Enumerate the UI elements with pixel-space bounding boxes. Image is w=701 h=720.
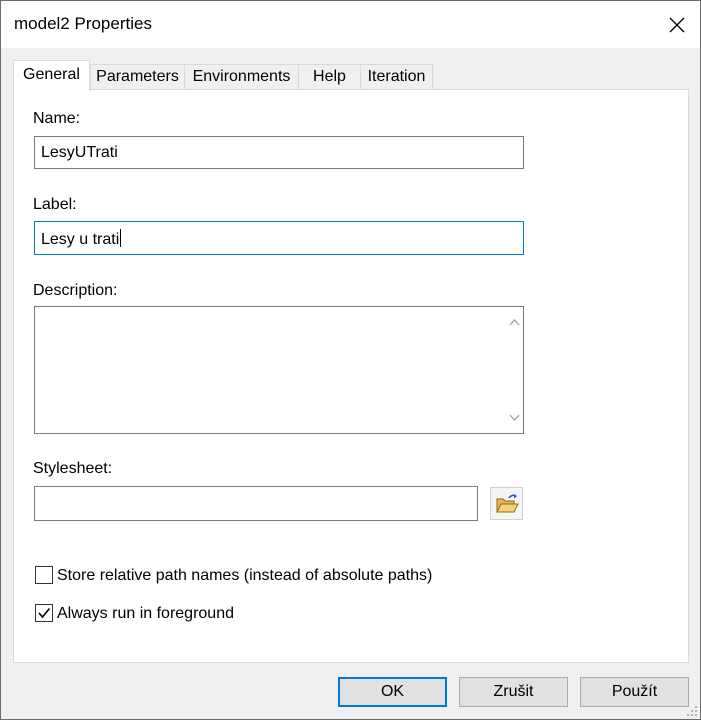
chevron-down-icon[interactable] [509, 412, 520, 423]
ok-button-label: OK [380, 683, 405, 700]
general-tab-panel: Name: LesyUTrati Label: Lesy u trati Des… [13, 89, 689, 663]
folder-open-icon [495, 493, 519, 512]
cancel-button[interactable]: Zrušit [459, 677, 568, 707]
close-icon [669, 17, 685, 32]
title-bar: model2 Properties [1, 1, 700, 48]
checkmark-icon [38, 607, 51, 619]
relative-paths-label[interactable]: Store relative path names (instead of ab… [57, 567, 432, 585]
foreground-label[interactable]: Always run in foreground [57, 605, 234, 623]
ok-button[interactable]: OK [338, 677, 447, 707]
label-input-value: Lesy u trati [41, 231, 120, 248]
relative-paths-checkbox[interactable] [35, 566, 53, 584]
tab-iteration[interactable]: Iteration [360, 64, 433, 90]
apply-button-label: Použít [611, 683, 658, 700]
tab-environments[interactable]: Environments [184, 64, 299, 90]
tab-help[interactable]: Help [298, 64, 361, 90]
tab-iteration-label: Iteration [367, 68, 426, 85]
name-label: Name: [33, 110, 81, 127]
tab-parameters[interactable]: Parameters [90, 64, 185, 90]
foreground-checkbox[interactable] [35, 604, 53, 622]
stylesheet-label: Stylesheet: [33, 460, 113, 477]
tab-help-label: Help [313, 68, 346, 85]
tab-general[interactable]: General [13, 60, 90, 91]
cancel-button-label: Zrušit [493, 683, 534, 700]
text-caret [120, 229, 122, 247]
chevron-up-icon[interactable] [509, 317, 520, 328]
tab-general-label: General [23, 66, 80, 83]
window-title: model2 Properties [14, 14, 152, 33]
stylesheet-input[interactable] [34, 486, 478, 521]
label-input[interactable]: Lesy u trati [34, 221, 524, 255]
apply-button[interactable]: Použít [580, 677, 689, 707]
description-label: Description: [33, 282, 118, 299]
properties-dialog: model2 Properties General Parameters Env… [0, 0, 701, 720]
tab-environments-label: Environments [192, 68, 291, 85]
description-scrollbar[interactable] [506, 307, 523, 433]
browse-stylesheet-button[interactable] [490, 487, 523, 520]
description-textarea[interactable] [34, 306, 524, 434]
label-label: Label: [33, 196, 77, 213]
close-button[interactable] [654, 1, 700, 48]
name-input[interactable]: LesyUTrati [34, 136, 524, 169]
resize-grip-icon[interactable] [686, 705, 698, 717]
name-input-value: LesyUTrati [41, 144, 118, 161]
tab-parameters-label: Parameters [96, 68, 179, 85]
